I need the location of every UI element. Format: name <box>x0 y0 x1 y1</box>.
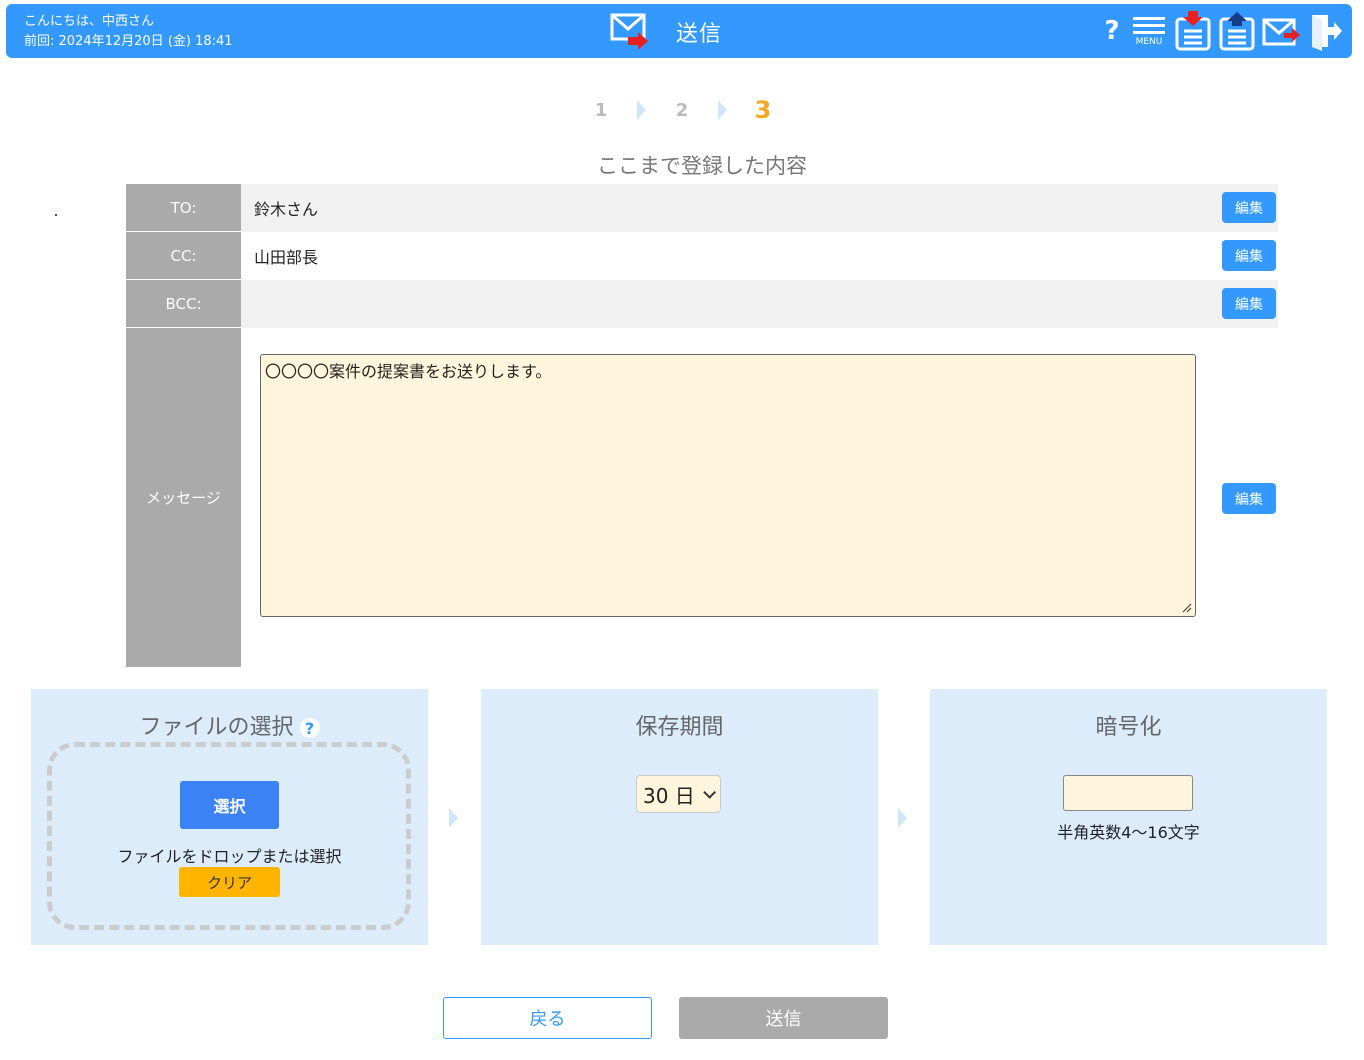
cc-label: CC: <box>126 232 241 280</box>
period-selected-value: 30 日 <box>643 783 695 808</box>
file-clear-button[interactable]: クリア <box>179 867 280 897</box>
cc-value: 山田部長 <box>254 248 319 267</box>
step-2: 2 <box>675 99 689 121</box>
message-textarea[interactable]: 〇〇〇〇案件の提案書をお送りします。 <box>260 354 1196 617</box>
summary-title: ここまで登録した内容 <box>597 154 807 178</box>
step-indicator: 1 2 3 <box>0 96 1364 124</box>
step-3-active: 3 <box>754 96 772 124</box>
message-value-cell: 〇〇〇〇案件の提案書をお送りします。 編集 <box>241 328 1278 667</box>
panel-arrow-icon <box>449 808 458 828</box>
message-text: 〇〇〇〇案件の提案書をお送りします。 <box>265 362 552 381</box>
send-mail-icon <box>610 11 650 53</box>
cc-row: CC: 山田部長 編集 <box>126 232 1278 280</box>
send-button[interactable]: 送信 <box>679 997 888 1039</box>
bcc-value-cell: 編集 <box>241 280 1278 328</box>
message-label: メッセージ <box>126 328 241 667</box>
menu-label: MENU <box>1135 37 1163 47</box>
file-panel-title: ファイルの選択? <box>31 709 428 741</box>
page-title: 送信 <box>676 22 723 47</box>
bcc-row: BCC: 編集 <box>126 280 1278 328</box>
edit-cc-button[interactable]: 編集 <box>1222 240 1276 271</box>
step-arrow-icon <box>637 100 646 120</box>
edit-message-button[interactable]: 編集 <box>1222 483 1276 514</box>
period-select[interactable]: 30 日 <box>636 775 721 813</box>
encryption-panel: 暗号化 半角英数4～16文字 <box>930 689 1327 945</box>
password-input[interactable] <box>1063 775 1193 811</box>
step-1: 1 <box>594 99 608 121</box>
file-select-button[interactable]: 選択 <box>180 781 279 829</box>
back-button[interactable]: 戻る <box>443 997 652 1039</box>
drop-instructions: ファイルをドロップまたは選択 <box>117 847 342 866</box>
to-label: TO: <box>126 184 241 232</box>
password-hint: 半角英数4～16文字 <box>1057 823 1200 842</box>
app-header: こんにちは、中西さん 前回: 2024年12月20日 (金) 18:41 送信 … <box>6 4 1352 58</box>
bcc-label: BCC: <box>126 280 241 328</box>
retention-period-panel: 保存期間 30 日 <box>481 689 878 945</box>
logout-icon[interactable] <box>1306 11 1344 51</box>
step-arrow-icon <box>718 100 727 120</box>
resize-grip-icon[interactable] <box>1182 603 1192 613</box>
edit-to-button[interactable]: 編集 <box>1222 192 1276 223</box>
page-title-block: 送信 <box>610 12 722 52</box>
period-panel-title: 保存期間 <box>635 715 724 740</box>
summary-table: TO: 鈴木さん 編集 CC: 山田部長 編集 BCC: 編集 メッセージ 〇〇… <box>126 184 1278 667</box>
file-select-panel: ファイルの選択? 選択 ファイルをドロップまたは選択 クリア <box>31 689 428 945</box>
stray-dot <box>55 214 57 216</box>
inbox-download-icon[interactable] <box>1174 11 1212 51</box>
edit-bcc-button[interactable]: 編集 <box>1222 288 1276 319</box>
to-value: 鈴木さん <box>254 200 319 219</box>
outbox-upload-icon[interactable] <box>1218 11 1256 51</box>
to-value-cell: 鈴木さん 編集 <box>241 184 1278 232</box>
file-drop-zone[interactable] <box>47 742 411 930</box>
cc-value-cell: 山田部長 編集 <box>241 232 1278 280</box>
file-help-icon[interactable]: ? <box>299 718 320 738</box>
encrypt-panel-title: 暗号化 <box>1095 715 1162 740</box>
message-row: メッセージ 〇〇〇〇案件の提案書をお送りします。 編集 <box>126 328 1278 667</box>
header-toolbar: ? MENU <box>1100 10 1344 52</box>
chevron-down-icon <box>703 785 716 799</box>
to-row: TO: 鈴木さん 編集 <box>126 184 1278 232</box>
last-login-text: 前回: 2024年12月20日 (金) 18:41 <box>24 34 233 49</box>
greeting-text: こんにちは、中西さん <box>24 14 155 29</box>
help-icon[interactable]: ? <box>1100 11 1124 51</box>
menu-button[interactable]: MENU <box>1130 11 1168 51</box>
send-mail-nav-icon[interactable] <box>1262 11 1300 51</box>
greeting-block: こんにちは、中西さん 前回: 2024年12月20日 (金) 18:41 <box>24 12 233 52</box>
file-panel-title-text: ファイルの選択 <box>139 715 294 740</box>
panel-arrow-icon <box>898 808 907 828</box>
